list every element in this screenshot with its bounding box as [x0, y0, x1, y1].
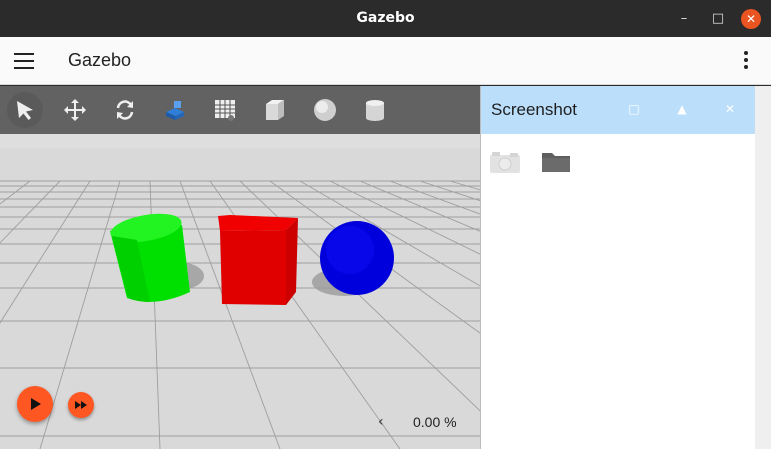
- camera-icon: [490, 152, 520, 173]
- panel-scroll-strip: [755, 86, 771, 449]
- box-shape-button[interactable]: [257, 92, 293, 128]
- panel-header: Screenshot □ ▲ ✕: [481, 86, 755, 134]
- real-time-factor: 0.00 %: [413, 414, 457, 430]
- close-panel-button[interactable]: ✕: [722, 101, 738, 117]
- more-options-icon[interactable]: [740, 51, 752, 73]
- scene-toolbar: [0, 86, 480, 134]
- folder-icon: [542, 153, 570, 172]
- grid-icon: [215, 100, 235, 121]
- play-button[interactable]: [17, 386, 53, 422]
- window-titlebar: Gazebo – □ ✕: [0, 0, 771, 37]
- rotate-icon: [116, 100, 134, 120]
- open-folder-button[interactable]: [541, 150, 571, 174]
- minimize-button[interactable]: –: [674, 9, 694, 29]
- play-icon: [31, 398, 41, 410]
- app-header: Gazebo: [0, 37, 771, 85]
- step-button[interactable]: [68, 392, 94, 418]
- menu-icon[interactable]: [14, 53, 34, 69]
- transform-control-button[interactable]: [157, 92, 193, 128]
- cylinder-icon: [366, 100, 384, 121]
- window-title: Gazebo: [356, 10, 415, 26]
- float-panel-button[interactable]: □: [626, 101, 642, 117]
- box-icon: [266, 100, 284, 120]
- rotate-tool-button[interactable]: [107, 92, 143, 128]
- red-box-model[interactable]: [218, 215, 298, 305]
- sphere-icon: [314, 99, 336, 121]
- blue-sphere-model[interactable]: [320, 221, 394, 295]
- fast-forward-icon: [75, 401, 87, 409]
- screenshot-panel: Screenshot □ ▲ ✕: [480, 86, 755, 449]
- app-title: Gazebo: [68, 50, 132, 70]
- scene-viewport[interactable]: ‹ 0.00 %: [0, 86, 480, 449]
- move-arrows-icon: [64, 99, 86, 121]
- sphere-shape-button[interactable]: [307, 92, 343, 128]
- arrow-cursor-icon: [17, 101, 33, 120]
- panel-title: Screenshot: [491, 100, 577, 119]
- select-tool-button[interactable]: [7, 92, 43, 128]
- transform-control-icon: [166, 101, 184, 120]
- stats-collapse-icon[interactable]: ‹: [378, 414, 384, 430]
- maximize-button[interactable]: □: [708, 9, 728, 29]
- translate-tool-button[interactable]: [57, 92, 93, 128]
- grid-config-button[interactable]: [207, 92, 243, 128]
- collapse-panel-button[interactable]: ▲: [674, 101, 690, 117]
- cylinder-shape-button[interactable]: [357, 92, 393, 128]
- take-screenshot-button[interactable]: [489, 150, 521, 174]
- close-window-button[interactable]: ✕: [741, 9, 761, 29]
